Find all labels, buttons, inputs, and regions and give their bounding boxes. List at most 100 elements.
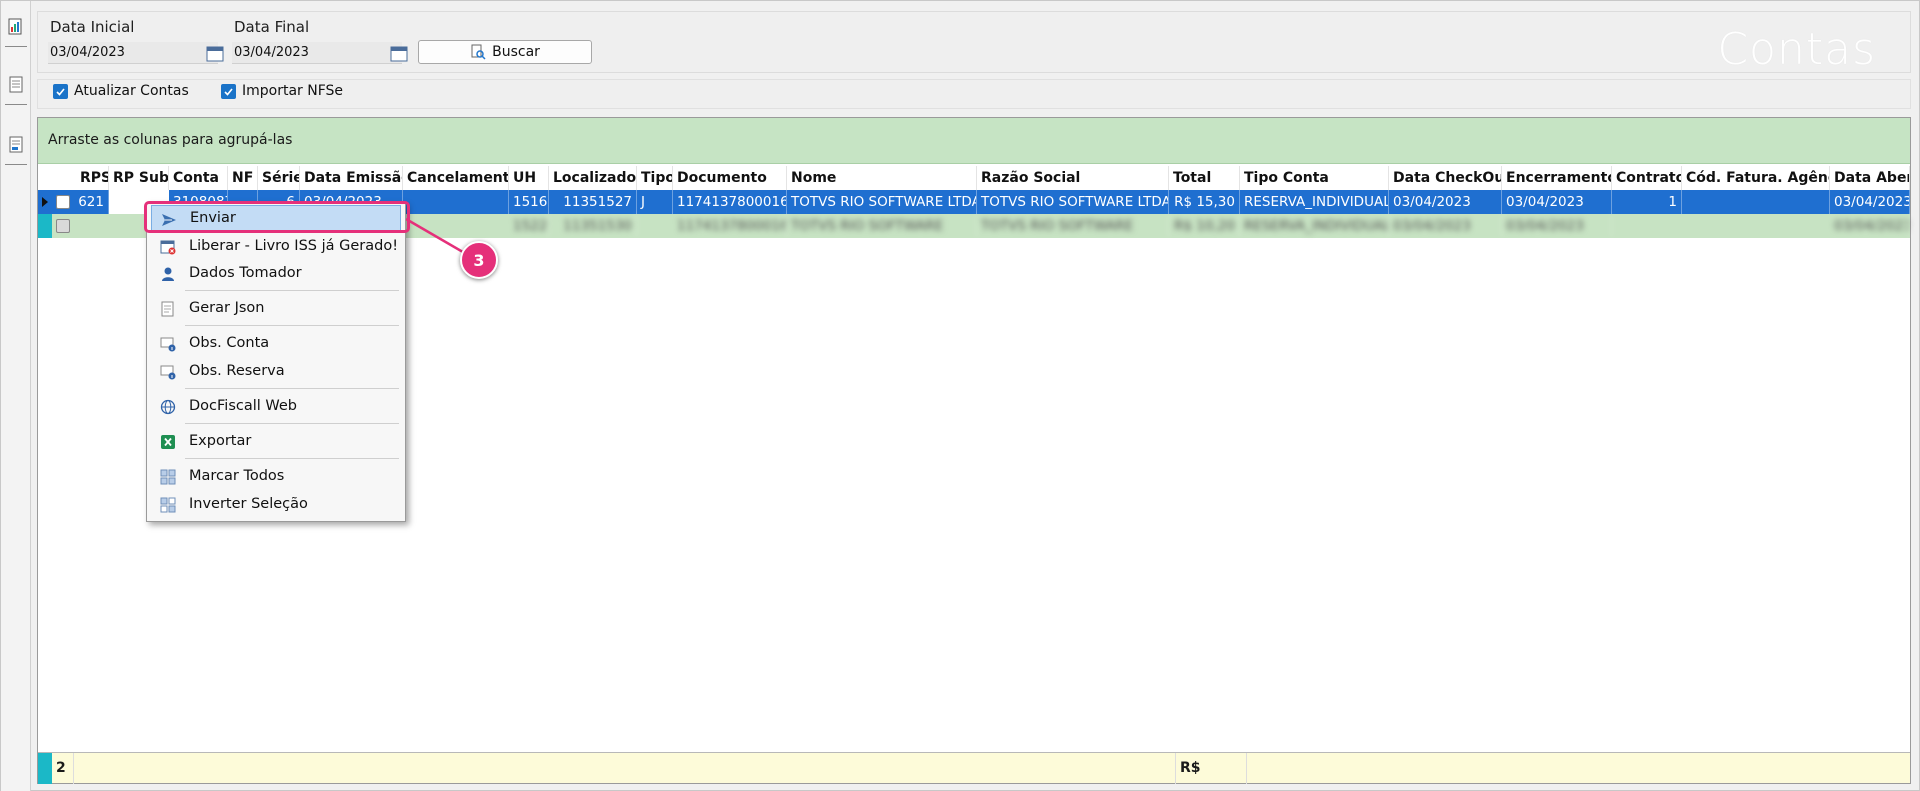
left-toolbar bbox=[1, 1, 31, 791]
menu-separator bbox=[185, 388, 399, 389]
menu-item-exportar[interactable]: Exportar bbox=[151, 428, 401, 454]
cell-cancelamento bbox=[403, 190, 509, 214]
report-tool-button[interactable] bbox=[5, 125, 27, 165]
column-header-rps[interactable]: RPS bbox=[76, 166, 109, 190]
contas-tool-button[interactable] bbox=[5, 7, 27, 47]
menu-separator bbox=[185, 423, 399, 424]
select-all-icon bbox=[159, 468, 177, 486]
column-header-localizador[interactable]: Localizador bbox=[549, 166, 637, 190]
data-final-label: Data Final bbox=[234, 18, 310, 36]
cell-localizador: 11351527 bbox=[549, 190, 637, 214]
column-header-data-abertura[interactable]: Data Aber bbox=[1830, 166, 1910, 190]
column-header-nf[interactable]: NF bbox=[228, 166, 258, 190]
cell-razao-social: TOTVS RIO SOFTWARE LTDA bbox=[977, 190, 1169, 214]
row-indicator bbox=[38, 214, 52, 238]
comment-info-icon bbox=[159, 363, 177, 381]
search-document-icon bbox=[471, 44, 486, 60]
importar-nfse-label: Importar NFSe bbox=[242, 83, 344, 99]
column-header-data-checkout[interactable]: Data CheckOut bbox=[1389, 166, 1502, 190]
row-checkbox[interactable] bbox=[56, 219, 70, 233]
data-inicial-label: Data Inicial bbox=[50, 18, 135, 36]
calendar-icon[interactable] bbox=[390, 44, 408, 62]
column-header-tipo[interactable]: Tipo bbox=[637, 166, 673, 190]
column-header-encerramento[interactable]: Encerramento bbox=[1502, 166, 1612, 190]
row-indicator-icon bbox=[42, 197, 48, 207]
document-tool-button[interactable] bbox=[5, 65, 27, 105]
column-header-nome[interactable]: Nome bbox=[787, 166, 977, 190]
cell-tipo-conta: RESERVA_INDIVIDUAL bbox=[1240, 190, 1389, 214]
document-icon bbox=[9, 76, 23, 92]
calendar-remove-icon bbox=[159, 238, 177, 256]
app-window: Data Inicial 03/04/2023 Data Final 03/04… bbox=[0, 0, 1920, 791]
column-header-serie[interactable]: Série bbox=[258, 166, 300, 190]
cell-cod-fatura-agencia bbox=[1682, 190, 1830, 214]
footer-indicator bbox=[38, 753, 52, 784]
cell-documento: 11741378000162 bbox=[673, 190, 787, 214]
user-icon bbox=[159, 265, 177, 283]
atualizar-contas-label: Atualizar Contas bbox=[74, 83, 189, 99]
filter-header: Data Inicial 03/04/2023 Data Final 03/04… bbox=[37, 11, 1911, 75]
column-header-documento[interactable]: Documento bbox=[673, 166, 787, 190]
column-header-cod-fatura-agencia[interactable]: Cód. Fatura. Agência bbox=[1682, 166, 1830, 190]
menu-item-dados-tomador[interactable]: Dados Tomador bbox=[151, 260, 401, 286]
menu-item-marcar-todos[interactable]: Marcar Todos bbox=[151, 463, 401, 489]
globe-icon bbox=[159, 398, 177, 416]
cell-nome: TOTVS RIO SOFTWARE LTDA bbox=[787, 190, 977, 214]
cell-encerramento: 03/04/2023 bbox=[1502, 214, 1612, 238]
cell-data-checkout: 03/04/2023 bbox=[1389, 190, 1502, 214]
report-icon bbox=[9, 136, 23, 152]
column-header-cancelamento[interactable]: Cancelamento bbox=[403, 166, 509, 190]
column-header-total[interactable]: Total bbox=[1169, 166, 1240, 190]
group-by-area[interactable]: Arraste as colunas para agrupá-las bbox=[38, 118, 1910, 164]
buscar-label: Buscar bbox=[492, 44, 540, 60]
column-header-uh[interactable]: UH bbox=[509, 166, 549, 190]
record-count: 2 bbox=[52, 753, 74, 784]
cell-total: R$ 10,20 bbox=[1169, 214, 1240, 238]
cell-data-abertura: 03/04/2023 bbox=[1830, 214, 1910, 238]
menu-item-obs-reserva[interactable]: Obs. Reserva bbox=[151, 358, 401, 384]
importar-nfse-checkbox[interactable]: Importar NFSe bbox=[221, 83, 343, 99]
menu-item-gerar-json[interactable]: Gerar Json bbox=[151, 295, 401, 321]
cell-total: R$ 15,30 bbox=[1169, 190, 1240, 214]
cell-encerramento: 03/04/2023 bbox=[1502, 190, 1612, 214]
cell-razao-social: TOTVS RIO SOFTWARE bbox=[977, 214, 1169, 238]
cell-rps: 621 bbox=[76, 190, 109, 214]
checkbox-checked-icon bbox=[221, 83, 236, 99]
context-menu: Enviar Liberar - Livro ISS já Gerado! Da… bbox=[146, 202, 406, 522]
row-checkbox[interactable] bbox=[56, 195, 70, 209]
comment-info-icon bbox=[159, 335, 177, 353]
column-header-conta[interactable]: Conta bbox=[169, 166, 228, 190]
excel-icon bbox=[159, 433, 177, 451]
menu-separator bbox=[185, 325, 399, 326]
cell-data-checkout: 03/04/2023 bbox=[1389, 214, 1502, 238]
menu-separator bbox=[185, 290, 399, 291]
menu-item-inverter-selecao[interactable]: Inverter Seleção bbox=[151, 491, 401, 517]
column-header-rp-sub[interactable]: RP Sub. bbox=[109, 166, 169, 190]
cell-contrato: 1 bbox=[1612, 190, 1682, 214]
cell-data-abertura: 03/04/2023 bbox=[1830, 190, 1910, 214]
menu-separator bbox=[185, 458, 399, 459]
atualizar-contas-checkbox[interactable]: Atualizar Contas bbox=[53, 83, 189, 99]
cell-tipo-conta: RESERVA_INDIVIDUAL bbox=[1240, 214, 1389, 238]
cell-tipo: J bbox=[637, 190, 673, 214]
menu-item-obs-conta[interactable]: Obs. Conta bbox=[151, 330, 401, 356]
data-inicial-input[interactable]: 03/04/2023 bbox=[48, 42, 218, 64]
highlight-frame bbox=[144, 201, 410, 233]
grid-footer: 2 R$ 25,50 bbox=[38, 752, 1910, 784]
page-title: Contas bbox=[1717, 24, 1876, 75]
column-header-tipo-conta[interactable]: Tipo Conta bbox=[1240, 166, 1389, 190]
column-header-data-emissao[interactable]: Data Emissão bbox=[300, 166, 403, 190]
menu-item-liberar-livro-iss[interactable]: Liberar - Livro ISS já Gerado! bbox=[151, 233, 401, 259]
json-file-icon bbox=[159, 300, 177, 318]
data-final-input[interactable]: 03/04/2023 bbox=[232, 42, 402, 64]
buscar-button[interactable]: Buscar bbox=[418, 40, 592, 64]
cell-localizador: 11351530 bbox=[549, 214, 637, 238]
menu-item-docfiscall-web[interactable]: DocFiscall Web bbox=[151, 393, 401, 419]
cell-documento: 11741378000162 bbox=[673, 214, 787, 238]
cell-uh: 1516 bbox=[509, 190, 549, 214]
checkbox-checked-icon bbox=[53, 83, 68, 99]
step-callout-badge: 3 bbox=[460, 241, 498, 279]
calendar-icon[interactable] bbox=[206, 44, 224, 62]
column-header-contrato[interactable]: Contrato bbox=[1612, 166, 1682, 190]
column-header-razao-social[interactable]: Razão Social bbox=[977, 166, 1169, 190]
